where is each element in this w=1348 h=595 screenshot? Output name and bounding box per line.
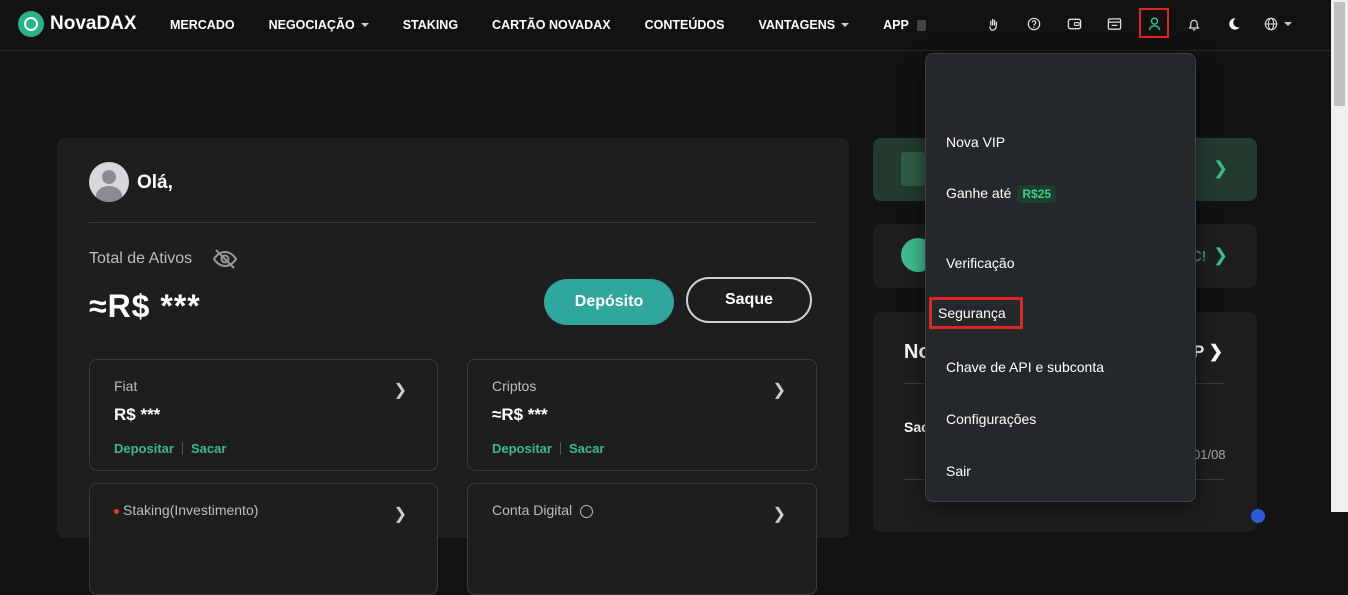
alert-dot xyxy=(114,508,119,514)
brand-name: NovaDAX xyxy=(50,13,137,34)
card-value: R$ *** xyxy=(114,405,161,424)
card-title: Staking(Investimento) xyxy=(114,502,258,518)
chevron-right-icon[interactable]: ❯ xyxy=(394,380,407,400)
nav-staking[interactable]: STAKING xyxy=(403,18,458,32)
chevron-right-icon[interactable]: ❯ xyxy=(1213,158,1228,179)
menu-item-seguranca[interactable]: Segurança xyxy=(929,297,1023,329)
menu-item-nova-vip[interactable]: Nova VIP xyxy=(946,134,1005,150)
card-links: Depositar Sacar xyxy=(492,441,604,456)
nav-label: STAKING xyxy=(402,18,459,32)
card-links: Depositar Sacar xyxy=(114,441,226,456)
deposit-link[interactable]: Depositar xyxy=(492,441,552,456)
user-icon[interactable] xyxy=(1139,8,1169,38)
card-title-text: Staking(Investimento) xyxy=(123,502,259,518)
gift-icon xyxy=(901,152,925,186)
card-title-text: Conta Digital xyxy=(492,502,573,518)
avatar[interactable] xyxy=(89,162,129,202)
chevron-right-icon[interactable]: ❯ xyxy=(394,504,407,524)
user-dropdown-menu: Nova VIP Ganhe até R$25 Verificação Segur… xyxy=(925,53,1196,502)
chevron-right-icon[interactable]: ❯ xyxy=(773,504,786,524)
main-nav: MERCADO NEGOCIAÇÃO STAKING CARTÃO NOVADA… xyxy=(170,0,960,50)
vertical-scrollbar[interactable] xyxy=(1331,0,1348,512)
eye-off-icon[interactable] xyxy=(212,247,238,271)
digital-account-card[interactable]: Conta Digital ❯ xyxy=(467,483,817,595)
phone-icon xyxy=(916,19,926,31)
chevron-right-icon[interactable]: ❯ xyxy=(773,380,786,400)
nav-conteudos[interactable]: CONTEÚDOS xyxy=(645,18,725,32)
top-header: NovaDAX MERCADO NEGOCIAÇÃO STAKING CARTÃ… xyxy=(0,0,1331,51)
deposit-link[interactable]: Depositar xyxy=(114,441,174,456)
fiat-card[interactable]: Fiat R$ *** ❯ Depositar Sacar xyxy=(89,359,438,471)
hand-icon[interactable] xyxy=(983,13,1005,35)
nav-mercado[interactable]: MERCADO xyxy=(170,18,235,32)
chat-bubble-icon[interactable] xyxy=(1251,509,1265,523)
nav-label: MERCADO xyxy=(170,18,235,32)
withdraw-link[interactable]: Sacar xyxy=(569,441,604,456)
total-assets-value: ≈R$ *** xyxy=(89,288,201,324)
menu-item-label: Ganhe até xyxy=(946,185,1012,201)
moon-icon[interactable] xyxy=(1223,13,1245,35)
card-title: Criptos xyxy=(492,378,537,394)
total-assets-label: Total de Ativos xyxy=(89,250,193,267)
withdraw-link[interactable]: Sacar xyxy=(191,441,226,456)
orders-icon[interactable] xyxy=(1103,13,1125,35)
card-title: Conta Digital xyxy=(492,502,594,518)
logo-icon xyxy=(18,11,44,37)
account-card xyxy=(57,138,849,538)
help-icon[interactable] xyxy=(1023,13,1045,35)
reward-badge: R$25 xyxy=(1017,185,1057,203)
card-title: Fiat xyxy=(114,378,138,394)
caret-down-icon xyxy=(841,23,850,27)
info-icon[interactable] xyxy=(580,504,594,518)
news-more-link[interactable]: P ❯ xyxy=(1193,342,1223,362)
withdraw-button[interactable]: Saque xyxy=(686,277,812,323)
globe-icon[interactable] xyxy=(1261,13,1295,35)
nav-label: APP xyxy=(883,18,909,32)
bell-icon[interactable] xyxy=(1183,13,1205,35)
deposit-button[interactable]: Depósito xyxy=(544,279,674,325)
nav-label: CONTEÚDOS xyxy=(644,18,725,32)
nav-app[interactable]: APP xyxy=(883,18,926,32)
nav-label: NEGOCIAÇÃO xyxy=(268,18,355,32)
brand-logo[interactable]: NovaDAX xyxy=(18,11,137,37)
menu-item-sair[interactable]: Sair xyxy=(946,463,971,479)
staking-card[interactable]: Staking(Investimento) ❯ xyxy=(89,483,438,595)
divider xyxy=(89,222,817,223)
wallet-icon[interactable] xyxy=(1063,13,1085,35)
scrollbar-thumb[interactable] xyxy=(1334,2,1345,106)
chevron-right-icon[interactable]: ❯ xyxy=(1213,245,1228,266)
caret-down-icon xyxy=(1284,22,1292,26)
news-date: 01/08 xyxy=(1193,447,1226,462)
caret-down-icon xyxy=(360,23,369,27)
menu-item-configuracoes[interactable]: Configurações xyxy=(946,411,1036,427)
card-value: ≈R$ *** xyxy=(492,405,548,424)
menu-item-referral[interactable]: Ganhe até R$25 xyxy=(946,185,1057,203)
menu-item-api[interactable]: Chave de API e subconta xyxy=(946,359,1104,375)
link-separator xyxy=(181,442,183,455)
nav-vantagens[interactable]: VANTAGENS xyxy=(758,18,850,32)
link-separator xyxy=(559,442,561,455)
nav-label: VANTAGENS xyxy=(758,18,836,32)
nav-negociacao[interactable]: NEGOCIAÇÃO xyxy=(269,18,369,32)
greeting: Olá, xyxy=(137,172,173,193)
menu-item-verificacao[interactable]: Verificação xyxy=(946,255,1014,271)
crypto-card[interactable]: Criptos ≈R$ *** ❯ Depositar Sacar xyxy=(467,359,817,471)
nav-cartao[interactable]: CARTÃO NOVADAX xyxy=(492,18,611,32)
nav-label: CARTÃO NOVADAX xyxy=(492,18,611,32)
